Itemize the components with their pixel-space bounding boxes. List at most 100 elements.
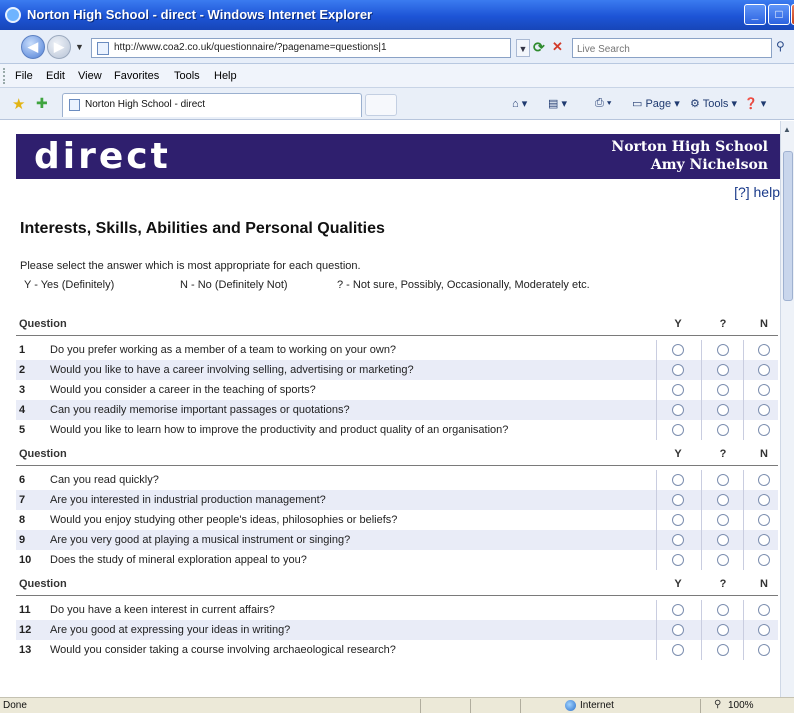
question-text: Would you like to have a career involvin… — [50, 364, 414, 376]
column-header-no: N — [760, 448, 768, 460]
vertical-scrollbar[interactable]: ▲ — [780, 121, 794, 697]
question-text: Are you interested in industrial product… — [50, 494, 326, 506]
favorites-star-icon[interactable]: ★ — [12, 95, 25, 113]
column-header-unsure: ? — [719, 448, 727, 460]
print-icon[interactable]: ⎙ ▾ — [595, 97, 611, 110]
answer-radio-yes[interactable] — [672, 624, 684, 636]
answer-radio-yes[interactable] — [672, 384, 684, 396]
answer-radio-unsure[interactable] — [717, 554, 729, 566]
answer-radio-yes[interactable] — [672, 474, 684, 486]
zoom-level[interactable]: 100% — [728, 700, 754, 711]
search-input[interactable] — [573, 40, 753, 59]
answer-radio-no[interactable] — [758, 644, 770, 656]
question-row: 1 Do you prefer working as a member of a … — [16, 340, 778, 360]
menu-edit[interactable]: Edit — [46, 70, 65, 82]
tools-menu-label: Tools — [702, 98, 729, 110]
question-column-header: Question — [19, 448, 67, 460]
column-separator — [743, 360, 744, 380]
column-separator — [656, 420, 657, 440]
column-separator — [701, 620, 702, 640]
answer-radio-no[interactable] — [758, 384, 770, 396]
minimize-button[interactable]: _ — [744, 4, 766, 25]
help-link[interactable]: [?] help — [734, 184, 780, 200]
feeds-icon[interactable]: ▤ ▾ — [548, 97, 567, 110]
refresh-icon[interactable]: ⟳ — [533, 39, 545, 56]
answer-radio-unsure[interactable] — [717, 344, 729, 356]
column-separator — [743, 420, 744, 440]
page-menu-button[interactable]: ▭ Page ▾ — [632, 97, 680, 110]
scroll-up-icon[interactable]: ▲ — [783, 125, 791, 134]
column-separator — [701, 340, 702, 360]
answer-radio-no[interactable] — [758, 554, 770, 566]
question-text: Would you enjoy studying other people's … — [50, 514, 398, 526]
question-number: 10 — [19, 554, 32, 566]
answer-radio-yes[interactable] — [672, 604, 684, 616]
back-button[interactable]: ◀ — [21, 35, 45, 59]
answer-radio-yes[interactable] — [672, 554, 684, 566]
tab-active[interactable]: Norton High School - direct — [62, 93, 362, 117]
answer-radio-no[interactable] — [758, 534, 770, 546]
answer-radio-unsure[interactable] — [717, 384, 729, 396]
answer-radio-yes[interactable] — [672, 534, 684, 546]
answer-radio-yes[interactable] — [672, 424, 684, 436]
answer-radio-no[interactable] — [758, 514, 770, 526]
column-separator — [656, 380, 657, 400]
question-row: 4 Can you readily memorise important pass… — [16, 400, 778, 420]
answer-radio-no[interactable] — [758, 474, 770, 486]
answer-radio-no[interactable] — [758, 424, 770, 436]
answer-radio-yes[interactable] — [672, 344, 684, 356]
answer-radio-yes[interactable] — [672, 494, 684, 506]
answer-radio-unsure[interactable] — [717, 424, 729, 436]
search-icon[interactable]: ⚲ — [776, 39, 785, 53]
page-menu-label: Page — [645, 98, 672, 110]
answer-radio-no[interactable] — [758, 604, 770, 616]
toolbar-grip — [3, 68, 6, 84]
answer-radio-unsure[interactable] — [717, 624, 729, 636]
address-dropdown-button[interactable]: ▼ — [516, 39, 530, 57]
menu-view[interactable]: View — [78, 70, 102, 82]
answer-radio-unsure[interactable] — [717, 514, 729, 526]
answer-radio-no[interactable] — [758, 624, 770, 636]
answer-radio-unsure[interactable] — [717, 604, 729, 616]
menu-help[interactable]: Help — [214, 70, 237, 82]
answer-radio-unsure[interactable] — [717, 404, 729, 416]
answer-radio-unsure[interactable] — [717, 644, 729, 656]
home-icon[interactable]: ⌂ ▾ — [512, 97, 527, 110]
search-box[interactable] — [572, 38, 772, 59]
recent-pages-dropdown[interactable]: ▼ — [75, 42, 84, 52]
answer-radio-no[interactable] — [758, 494, 770, 506]
scroll-thumb[interactable] — [783, 151, 793, 301]
tools-menu-button[interactable]: ⚙ Tools ▾ — [690, 97, 737, 110]
answer-radio-yes[interactable] — [672, 514, 684, 526]
forward-button[interactable]: ▶ — [47, 35, 71, 59]
answer-radio-no[interactable] — [758, 344, 770, 356]
new-tab-button[interactable] — [365, 94, 397, 116]
answer-radio-unsure[interactable] — [717, 494, 729, 506]
answer-radio-yes[interactable] — [672, 644, 684, 656]
column-separator — [656, 640, 657, 660]
help-menu-icon[interactable]: ❓ ▾ — [744, 97, 766, 110]
answer-radio-unsure[interactable] — [717, 474, 729, 486]
answer-radio-no[interactable] — [758, 404, 770, 416]
add-favorites-icon[interactable]: ✚ — [36, 95, 48, 112]
answer-radio-no[interactable] — [758, 364, 770, 376]
zoom-icon[interactable]: ⚲ — [714, 699, 721, 710]
menu-favorites[interactable]: Favorites — [114, 70, 159, 82]
question-text: Does the study of mineral exploration ap… — [50, 554, 307, 566]
menu-tools[interactable]: Tools — [174, 70, 200, 82]
question-row: 12 Are you good at expressing your ideas … — [16, 620, 778, 640]
question-number: 11 — [19, 604, 31, 616]
address-bar[interactable]: http://www.coa2.co.uk/questionnaire/?pag… — [91, 38, 511, 58]
answer-radio-unsure[interactable] — [717, 534, 729, 546]
answer-radio-yes[interactable] — [672, 364, 684, 376]
answer-radio-unsure[interactable] — [717, 364, 729, 376]
answer-radio-yes[interactable] — [672, 404, 684, 416]
address-url[interactable]: http://www.coa2.co.uk/questionnaire/?pag… — [114, 42, 387, 53]
column-separator — [743, 340, 744, 360]
stop-icon[interactable]: ✕ — [552, 39, 563, 55]
question-text: Do you prefer working as a member of a t… — [50, 344, 397, 356]
section-header: Question Y? N — [16, 314, 778, 336]
maximize-button[interactable]: □ — [768, 4, 790, 25]
menu-file[interactable]: File — [15, 70, 33, 82]
question-row: 3 Would you consider a career in the teac… — [16, 380, 778, 400]
